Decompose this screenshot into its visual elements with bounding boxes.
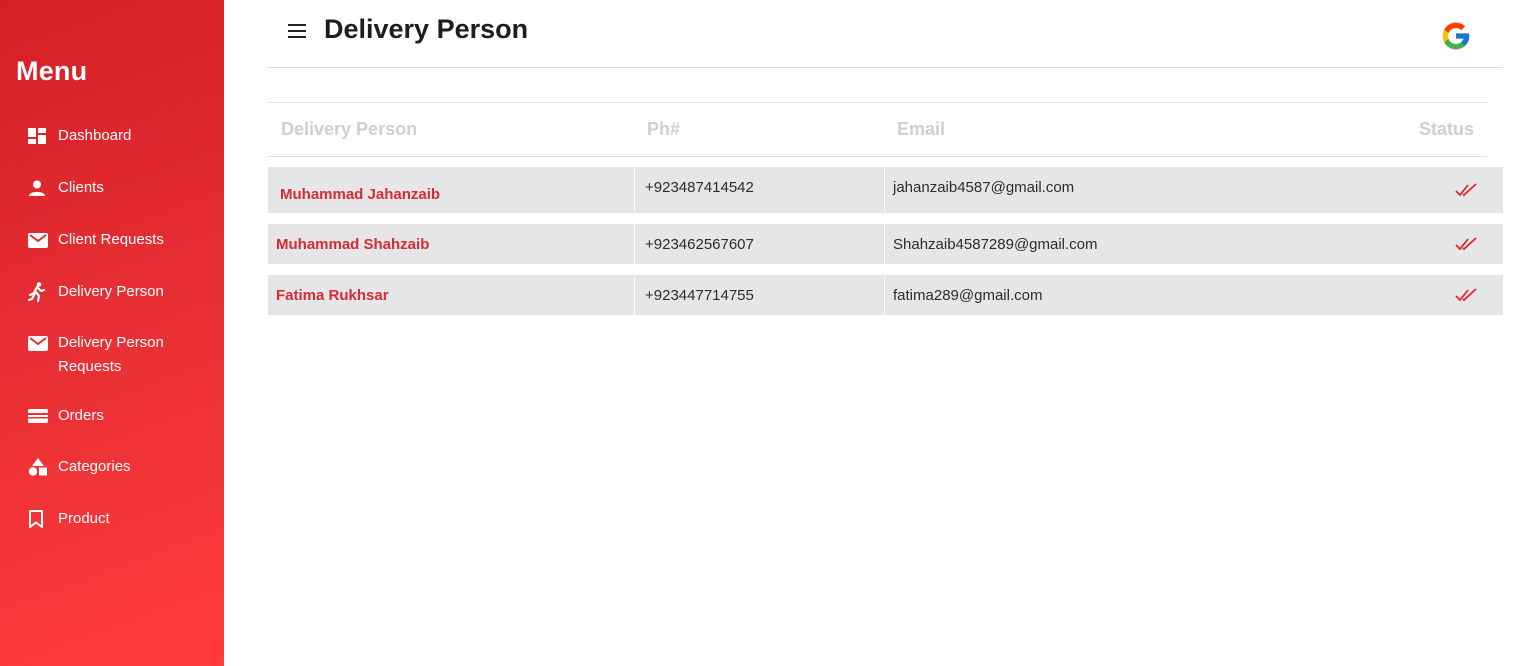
sidebar-item-delivery-person-requests[interactable]: Delivery Person Requests — [28, 331, 164, 379]
phone-cell: +923487414542 — [645, 179, 754, 196]
sidebar-item-label: Delivery Person Requests — [58, 334, 164, 375]
person-icon — [28, 176, 48, 200]
double-check-icon[interactable] — [1454, 167, 1480, 213]
hamburger-icon[interactable] — [288, 24, 306, 38]
email-cell: fatima289@gmail.com — [893, 286, 1043, 304]
sidebar-item-categories[interactable]: Categories — [28, 455, 131, 479]
sidebar-item-label: Product — [58, 510, 110, 527]
delivery-person-name: Fatima Rukhsar — [276, 286, 389, 304]
table-row[interactable]: Muhammad Jahanzaib +923487414542 jahanza… — [268, 167, 1503, 213]
page-title: Delivery Person — [324, 14, 529, 44]
cell-separator — [884, 275, 885, 315]
mail-icon — [28, 228, 48, 252]
sidebar-item-delivery-person[interactable]: Delivery Person — [28, 280, 164, 304]
sidebar-item-label: Client Requests — [58, 231, 164, 248]
column-header-status: Status — [1419, 119, 1475, 139]
mail-icon — [28, 331, 48, 355]
table-divider — [268, 156, 1487, 157]
menu-title: Menu — [16, 56, 88, 86]
cell-separator — [884, 224, 885, 264]
sidebar: Menu Dashboard Clients Client Requests D… — [0, 0, 224, 666]
double-check-icon[interactable] — [1454, 275, 1480, 315]
google-icon[interactable] — [1440, 20, 1472, 52]
table-row[interactable]: Fatima Rukhsar +923447714755 fatima289@g… — [268, 275, 1503, 315]
sidebar-item-orders[interactable]: Orders — [28, 404, 104, 428]
cell-separator — [634, 275, 635, 315]
cell-separator — [884, 167, 885, 213]
email-cell: jahanzaib4587@gmail.com — [893, 179, 1075, 196]
delivery-person-name: Muhammad Shahzaib — [276, 235, 430, 253]
sidebar-item-label: Orders — [58, 407, 104, 424]
runner-icon — [28, 280, 48, 304]
card-icon — [28, 404, 48, 428]
dashboard-icon — [28, 124, 48, 148]
column-header-phone: Ph# — [647, 119, 681, 139]
column-header-delivery-person: Delivery Person — [281, 119, 418, 139]
table-row[interactable]: Muhammad Shahzaib +923462567607 Shahzaib… — [268, 224, 1503, 264]
sidebar-item-product[interactable]: Product — [28, 507, 110, 531]
column-header-email: Email — [897, 119, 946, 139]
shapes-icon — [28, 455, 48, 479]
header-divider — [268, 67, 1503, 68]
sidebar-item-label: Categories — [58, 458, 131, 475]
sidebar-item-client-requests[interactable]: Client Requests — [28, 228, 164, 252]
cell-separator — [634, 167, 635, 213]
sidebar-item-clients[interactable]: Clients — [28, 176, 104, 200]
bookmark-icon — [28, 507, 48, 531]
sidebar-item-label: Dashboard — [58, 127, 132, 144]
delivery-person-name: Muhammad Jahanzaib — [280, 185, 441, 203]
sidebar-item-dashboard[interactable]: Dashboard — [28, 124, 131, 148]
phone-cell: +923447714755 — [645, 286, 754, 304]
double-check-icon[interactable] — [1454, 224, 1480, 264]
cell-separator — [634, 224, 635, 264]
phone-cell: +923462567607 — [645, 235, 754, 253]
email-cell: Shahzaib4587289@gmail.com — [893, 235, 1098, 253]
sidebar-item-label: Clients — [58, 179, 104, 196]
table-divider — [268, 102, 1487, 103]
sidebar-item-label: Delivery Person — [58, 283, 164, 300]
